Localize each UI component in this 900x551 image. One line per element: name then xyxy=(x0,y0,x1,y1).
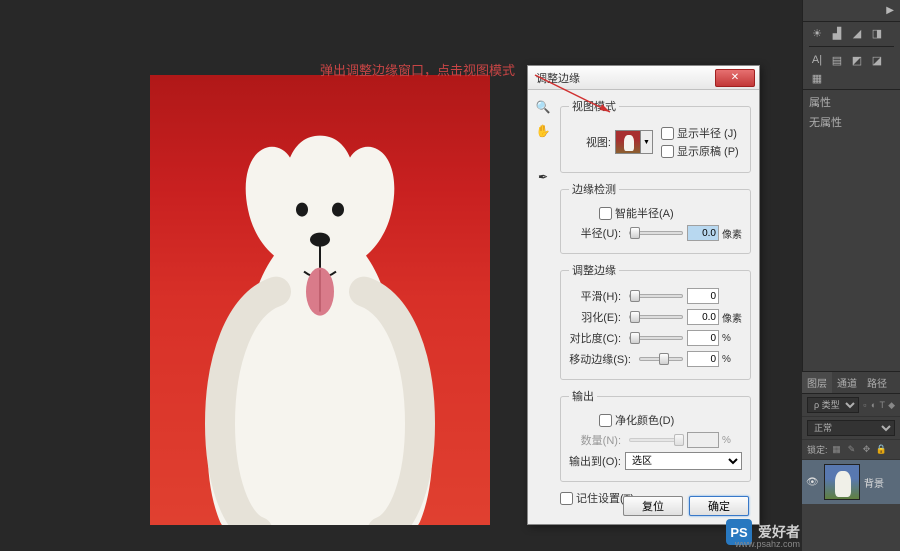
annotation-text: 弹出调整边缘窗口，点击视图模式 xyxy=(320,60,515,79)
amount-input xyxy=(687,432,719,448)
lock-all-icon[interactable]: 🔒 xyxy=(876,444,888,456)
view-mode-legend: 视图模式 xyxy=(569,98,619,114)
panel-collapse-icon[interactable]: ▶ xyxy=(886,5,894,16)
levels-icon[interactable]: ▟ xyxy=(829,26,845,40)
edge-detect-fieldset: 边缘检测 智能半径(A) 半径(U): 像素 xyxy=(560,181,751,254)
output-to-label: 输出到(O): xyxy=(569,453,621,469)
hue-icon[interactable]: ▤ xyxy=(829,53,845,67)
contrast-input[interactable] xyxy=(687,330,719,346)
filter-shape-icon[interactable]: ◆ xyxy=(888,399,895,411)
close-button[interactable]: ✕ xyxy=(715,69,755,87)
decontaminate-label: 净化颜色(D) xyxy=(615,412,674,428)
radius-input[interactable] xyxy=(687,225,719,241)
feather-unit: 像素 xyxy=(722,310,742,325)
adjust-edge-fieldset: 调整边缘 平滑(H): 羽化(E): 像素 对比度(C): % 移动边缘(S): xyxy=(560,262,751,380)
filter-adjust-icon[interactable]: ◐ xyxy=(871,399,877,411)
smart-radius-label: 智能半径(A) xyxy=(615,205,674,221)
edge-detect-legend: 边缘检测 xyxy=(569,181,619,197)
tab-channels[interactable]: 通道 xyxy=(832,372,862,393)
feather-input[interactable] xyxy=(687,309,719,325)
lock-brush-icon[interactable]: ✎ xyxy=(846,444,858,456)
layer-row-background[interactable]: 👁 背景 xyxy=(802,460,900,504)
lock-move-icon[interactable]: ✥ xyxy=(861,444,873,456)
show-original-label: 显示原稿 (P) xyxy=(677,143,739,159)
shift-slider[interactable] xyxy=(639,357,683,361)
zoom-tool-icon[interactable]: 🔍 xyxy=(534,98,552,116)
layer-name: 背景 xyxy=(864,475,884,490)
reset-button[interactable]: 复位 xyxy=(623,496,683,516)
adjust-edge-legend: 调整边缘 xyxy=(569,262,619,278)
dog-selection-mask xyxy=(180,124,460,525)
dialog-titlebar[interactable]: 调整边缘 ✕ xyxy=(528,66,759,90)
amount-slider xyxy=(629,438,683,442)
layer-thumbnail[interactable] xyxy=(824,464,860,500)
shift-label: 移动边缘(S): xyxy=(569,351,631,367)
visibility-icon[interactable]: 👁 xyxy=(806,477,820,488)
output-to-select[interactable]: 选区 xyxy=(625,452,742,470)
brightness-icon[interactable]: ☀ xyxy=(809,26,825,40)
smart-radius-checkbox[interactable] xyxy=(599,207,612,220)
ok-button[interactable]: 确定 xyxy=(689,496,749,516)
refine-brush-icon[interactable]: ✒ xyxy=(534,168,552,186)
tab-paths[interactable]: 路径 xyxy=(862,372,892,393)
smooth-input[interactable] xyxy=(687,288,719,304)
smooth-label: 平滑(H): xyxy=(569,288,621,304)
dog-image-overlay xyxy=(150,75,490,525)
balance-icon[interactable]: ◩ xyxy=(849,53,865,67)
smooth-slider[interactable] xyxy=(629,294,683,298)
close-icon: ✕ xyxy=(731,72,739,83)
watermark-url: www.psahz.com xyxy=(735,539,800,549)
lock-pixels-icon[interactable]: ▦ xyxy=(831,444,843,456)
blend-mode-select[interactable]: 正常 xyxy=(807,420,895,436)
contrast-label: 对比度(C): xyxy=(569,330,621,346)
document-canvas[interactable] xyxy=(150,75,490,525)
bw-icon[interactable]: ◪ xyxy=(869,53,885,67)
view-thumbnail[interactable] xyxy=(615,130,641,154)
text-icon[interactable]: A| xyxy=(809,53,825,67)
layer-filter-select[interactable]: ρ 类型 xyxy=(807,397,859,413)
shift-input[interactable] xyxy=(687,351,719,367)
tab-layers[interactable]: 图层 xyxy=(802,372,832,393)
hand-tool-icon[interactable]: ✋ xyxy=(534,122,552,140)
lock-label: 锁定: xyxy=(807,443,828,456)
view-dropdown-arrow[interactable]: ▼ xyxy=(641,130,653,154)
filter-icon[interactable]: ▦ xyxy=(809,71,825,85)
layers-panel: 图层 通道 路径 ρ 类型 ▫ ◐ T ◆ 正常 锁定: ▦ ✎ ✥ 🔒 👁 背… xyxy=(802,371,900,551)
output-legend: 输出 xyxy=(569,388,597,404)
show-original-checkbox[interactable] xyxy=(661,145,674,158)
contrast-unit: % xyxy=(722,333,742,344)
curves-icon[interactable]: ◢ xyxy=(849,26,865,40)
view-mode-fieldset: 视图模式 视图: ▼ 显示半径 (J) 显示原稿 (P) xyxy=(560,98,751,173)
dialog-title: 调整边缘 xyxy=(532,70,715,86)
radius-slider[interactable] xyxy=(629,231,683,235)
shift-unit: % xyxy=(722,354,742,365)
feather-slider[interactable] xyxy=(629,315,683,319)
feather-label: 羽化(E): xyxy=(569,309,621,325)
output-fieldset: 输出 净化颜色(D) 数量(N): % 输出到(O): 选区 xyxy=(560,388,751,482)
no-properties-label: 无属性 xyxy=(809,114,894,130)
amount-label: 数量(N): xyxy=(569,432,621,448)
show-radius-checkbox[interactable] xyxy=(661,127,674,140)
radius-label: 半径(U): xyxy=(569,225,621,241)
show-radius-label: 显示半径 (J) xyxy=(677,125,737,141)
contrast-slider[interactable] xyxy=(629,336,683,340)
radius-unit: 像素 xyxy=(722,226,742,241)
exposure-icon[interactable]: ◨ xyxy=(869,26,885,40)
amount-unit: % xyxy=(722,435,742,446)
remember-checkbox[interactable] xyxy=(560,492,573,505)
filter-pixel-icon[interactable]: ▫ xyxy=(862,399,868,411)
filter-text-icon[interactable]: T xyxy=(879,399,885,411)
properties-label: 属性 xyxy=(809,94,894,110)
view-label: 视图: xyxy=(569,134,611,150)
refine-edge-dialog: 调整边缘 ✕ 🔍 ✋ ✒ 视图模式 视图: ▼ 显示半径 (J) 显示原稿 (P… xyxy=(527,65,760,525)
decontaminate-checkbox[interactable] xyxy=(599,414,612,427)
